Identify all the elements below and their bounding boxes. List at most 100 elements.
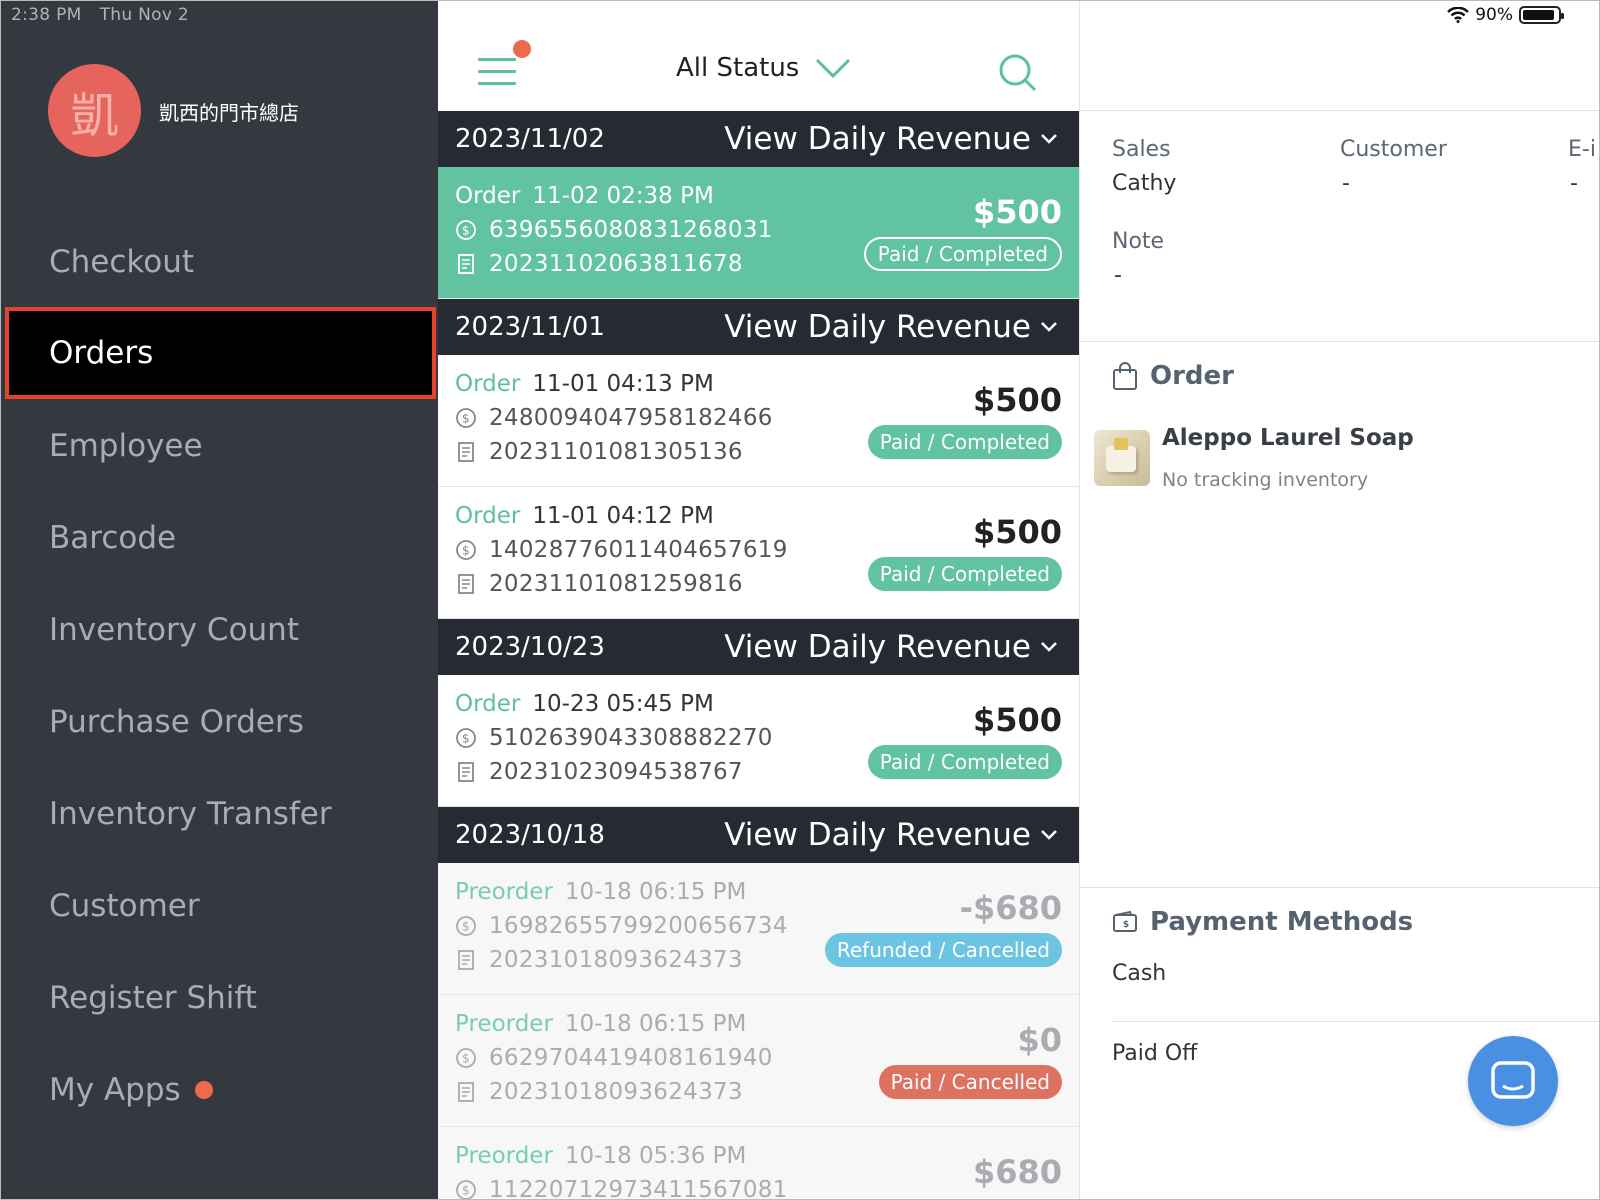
- nav-item-orders[interactable]: Orders: [5, 307, 436, 399]
- daily-revenue-label: View Daily Revenue: [724, 309, 1031, 345]
- order-title: Order 11-01 04:13 PM: [455, 371, 714, 397]
- status-indicators: 90%: [1447, 5, 1564, 25]
- shopping-bag-icon: [1113, 362, 1137, 390]
- date-group-header: 2023/10/23 View Daily Revenue: [438, 619, 1079, 675]
- nav-label: Inventory Transfer: [49, 796, 332, 832]
- product-name[interactable]: Aleppo Laurel Soap: [1162, 425, 1414, 451]
- date-label: 2023/11/01: [455, 312, 605, 342]
- receipt-line: 20231023094538767: [455, 759, 743, 785]
- order-row[interactable]: Order 10-23 05:45 PM $5102639043308882270…: [438, 675, 1079, 807]
- chevron-down-icon: [1041, 642, 1057, 652]
- receipt-number: 20231101081259816: [489, 571, 743, 597]
- nav-item-customer[interactable]: Customer: [1, 859, 438, 953]
- order-type: Order: [455, 503, 521, 529]
- menu-button[interactable]: [478, 58, 516, 86]
- order-time: 10-23 05:45 PM: [532, 691, 714, 717]
- order-row[interactable]: Order 11-01 04:12 PM $1402877601140465761…: [438, 487, 1079, 619]
- order-detail-panel: Sales Cathy Customer - E-i - Note - Orde…: [1079, 1, 1599, 1199]
- view-daily-revenue-button[interactable]: View Daily Revenue: [724, 309, 1057, 345]
- date-group-header: 2023/11/01 View Daily Revenue: [438, 299, 1079, 355]
- chat-support-button[interactable]: [1468, 1036, 1558, 1126]
- nav-item-employee[interactable]: Employee: [1, 399, 438, 493]
- payment-id: 1122071297341156708​1: [489, 1177, 788, 1200]
- nav-item-inventory-count[interactable]: Inventory Count: [1, 583, 438, 677]
- order-type: Preorder: [455, 1011, 553, 1037]
- payment-id-line: $1402877601140465761​9: [455, 537, 788, 563]
- nav-item-my-apps[interactable]: My Apps: [1, 1043, 438, 1137]
- view-daily-revenue-button[interactable]: View Daily Revenue: [724, 629, 1057, 665]
- order-time: 11-01 04:12 PM: [532, 503, 714, 529]
- date-label: 2023/11/02: [455, 124, 605, 154]
- order-row[interactable]: Preorder 10-18 06:15 PM $6629704419408161…: [438, 995, 1079, 1127]
- nav-item-register-shift[interactable]: Register Shift: [1, 951, 438, 1045]
- receipt-icon: [458, 1082, 474, 1102]
- search-button[interactable]: [998, 53, 1038, 97]
- nav-label: Checkout: [49, 244, 195, 280]
- daily-revenue-label: View Daily Revenue: [724, 817, 1031, 853]
- receipt-icon: [458, 254, 474, 274]
- status-filter-dropdown[interactable]: All Status: [676, 53, 851, 83]
- order-row[interactable]: Order 11-02 02:38 PM $6396556080831268031…: [438, 167, 1079, 299]
- status-time: 2:38 PM Thu Nov 2: [11, 5, 189, 25]
- nav-label: Register Shift: [49, 980, 257, 1016]
- sidebar: 凱 凱西的門市總店 Checkout Orders Employee Barco…: [1, 1, 438, 1199]
- wallet-icon: $: [1113, 910, 1137, 932]
- nav-label: Inventory Count: [49, 612, 299, 648]
- dollar-circle-icon: $: [456, 408, 476, 428]
- dollar-circle-icon: $: [456, 540, 476, 560]
- nav-label: Barcode: [49, 520, 177, 556]
- order-title: Preorder 10-18 05:36 PM: [455, 1143, 746, 1169]
- date-group-header: 2023/11/02 View Daily Revenue: [438, 111, 1079, 167]
- orders-list-panel: All Status 2023/11/02 View Daily Revenue…: [438, 1, 1079, 1200]
- wifi-icon: [1447, 7, 1470, 23]
- store-name: 凱西的門市總店: [159, 101, 299, 125]
- order-row[interactable]: Preorder 10-18 05:36 PM $1122071297341156…: [438, 1127, 1079, 1200]
- nav-label: Purchase Orders: [49, 704, 304, 740]
- dollar-circle-icon: $: [456, 916, 476, 936]
- order-time: 10-18 05:36 PM: [564, 1143, 747, 1169]
- view-daily-revenue-button[interactable]: View Daily Revenue: [724, 817, 1057, 853]
- order-time: 11-02 02:38 PM: [532, 183, 714, 209]
- daily-revenue-label: View Daily Revenue: [724, 121, 1031, 157]
- order-section-title: Order: [1112, 361, 1234, 391]
- nav-item-inventory-transfer[interactable]: Inventory Transfer: [1, 767, 438, 861]
- menu-notification-dot: [513, 40, 531, 58]
- status-badge: Paid / Completed: [867, 745, 1062, 779]
- svg-text:$: $: [462, 1184, 470, 1198]
- einvoice-value: -: [1570, 171, 1578, 196]
- chevron-down-icon: [1041, 830, 1057, 840]
- order-time: 11-01 04:13 PM: [532, 371, 714, 397]
- order-row[interactable]: Preorder 10-18 06:15 PM $1698265579920065…: [438, 863, 1079, 995]
- order-amount: $500: [972, 701, 1062, 739]
- payment-id-line: $6629704419408161940: [455, 1045, 773, 1071]
- divider: [1080, 341, 1599, 342]
- status-badge: Paid / Completed: [863, 237, 1062, 271]
- receipt-line: 20231018093624373: [455, 947, 743, 973]
- nav-item-purchase-orders[interactable]: Purchase Orders: [1, 675, 438, 769]
- order-type: Preorder: [455, 879, 553, 905]
- nav-label: Customer: [49, 888, 200, 924]
- order-row[interactable]: Order 11-01 04:13 PM $2480094047958182466…: [438, 355, 1079, 487]
- receipt-line: 20231102063811678: [455, 251, 743, 277]
- status-badge: Paid / Cancelled: [878, 1065, 1062, 1099]
- store-avatar[interactable]: 凱: [48, 64, 141, 157]
- nav-item-barcode[interactable]: Barcode: [1, 491, 438, 585]
- sales-value: Cathy: [1112, 171, 1177, 196]
- receipt-number: 20231018093624373: [489, 1079, 743, 1105]
- payment-id-line: $2480094047958182466: [455, 405, 773, 431]
- notification-dot: [194, 1081, 213, 1099]
- date-label: 2023/10/23: [455, 632, 605, 662]
- receipt-line: 20231018093624373: [455, 1079, 743, 1105]
- battery-percent: 90%: [1475, 5, 1513, 25]
- dollar-circle-icon: $: [456, 1048, 476, 1068]
- payment-id: 1402877601140465761​9: [489, 537, 788, 563]
- view-daily-revenue-button[interactable]: View Daily Revenue: [724, 121, 1057, 157]
- dollar-circle-icon: $: [456, 728, 476, 748]
- product-thumbnail: [1094, 430, 1150, 486]
- nav-item-checkout[interactable]: Checkout: [1, 215, 438, 309]
- svg-text:$: $: [462, 412, 470, 426]
- nav-label: My Apps: [49, 1072, 181, 1108]
- order-amount: $680: [972, 1153, 1062, 1191]
- note-label: Note: [1112, 229, 1165, 254]
- order-title: Preorder 10-18 06:15 PM: [455, 1011, 746, 1037]
